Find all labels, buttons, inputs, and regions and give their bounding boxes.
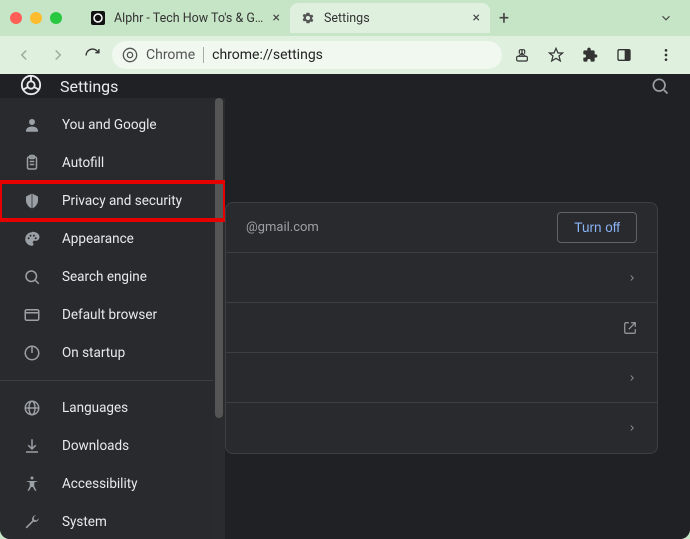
tab-overflow-button[interactable] [652, 4, 680, 32]
accessibility-icon [22, 474, 42, 494]
sidebar-item-default-browser[interactable]: Default browser [0, 296, 225, 334]
forward-button[interactable] [44, 41, 72, 69]
tab-settings[interactable]: Settings × [290, 3, 490, 33]
settings-sidebar: You and Google Autofill Privacy and secu… [0, 98, 225, 539]
sidebar-separator [0, 380, 225, 381]
close-window-button[interactable] [10, 12, 22, 24]
sidebar-item-you-and-google[interactable]: You and Google [0, 106, 225, 144]
sidebar-item-downloads[interactable]: Downloads [0, 427, 225, 465]
download-icon [22, 436, 42, 456]
customize-profile-row[interactable] [226, 353, 657, 403]
settings-favicon-icon [300, 10, 316, 26]
sidebar-item-label: Downloads [62, 438, 129, 454]
address-bar[interactable]: Chrome chrome://settings [112, 41, 502, 69]
sidebar-item-system[interactable]: System [0, 503, 225, 539]
close-tab-icon[interactable]: × [473, 10, 480, 26]
sidebar-item-on-startup[interactable]: On startup [0, 334, 225, 372]
browser-icon [22, 305, 42, 325]
search-icon [22, 267, 42, 287]
tab-strip: Alphr - Tech How To's & Guides × Setting… [80, 0, 644, 36]
external-link-icon [623, 321, 637, 335]
sidebar-item-label: Languages [62, 400, 128, 416]
sync-services-row[interactable] [226, 253, 657, 303]
chevron-right-icon [627, 423, 637, 433]
tab-title: Settings [324, 11, 465, 26]
chevron-right-icon [627, 373, 637, 383]
zoom-window-button[interactable] [50, 12, 62, 24]
person-icon [22, 115, 42, 135]
sidebar-item-languages[interactable]: Languages [0, 389, 225, 427]
bookmark-button[interactable] [542, 41, 570, 69]
sidebar-item-search-engine[interactable]: Search engine [0, 258, 225, 296]
menu-button[interactable] [652, 41, 680, 69]
minimize-window-button[interactable] [30, 12, 42, 24]
sidebar-item-label: Default browser [62, 307, 157, 323]
close-tab-icon[interactable]: × [273, 10, 280, 26]
extensions-button[interactable] [576, 41, 604, 69]
turn-off-sync-button[interactable]: Turn off [557, 212, 637, 243]
scrollbar-thumb[interactable] [215, 98, 223, 418]
shield-icon [22, 191, 42, 211]
sidebar-item-label: Appearance [62, 231, 134, 247]
side-panel-button[interactable] [610, 41, 638, 69]
sidebar-item-label: Search engine [62, 269, 147, 285]
sidebar-item-label: You and Google [62, 117, 157, 133]
sync-account-row[interactable]: @gmail.com Turn off [226, 203, 657, 253]
new-tab-button[interactable]: + [490, 4, 518, 32]
alphr-favicon-icon [90, 10, 106, 26]
sidebar-item-accessibility[interactable]: Accessibility [0, 465, 225, 503]
import-bookmarks-row[interactable] [226, 403, 657, 453]
manage-account-row[interactable] [226, 303, 657, 353]
wrench-icon [22, 512, 42, 532]
share-button[interactable] [508, 41, 536, 69]
url-prefix: Chrome [146, 47, 195, 63]
back-button[interactable] [10, 41, 38, 69]
sidebar-item-autofill[interactable]: Autofill [0, 144, 225, 182]
omnibox-actions [508, 41, 638, 69]
sidebar-item-appearance[interactable]: Appearance [0, 220, 225, 258]
clipboard-icon [22, 153, 42, 173]
tab-alphr[interactable]: Alphr - Tech How To's & Guides × [80, 3, 290, 33]
settings-title: Settings [60, 77, 634, 96]
sidebar-item-label: Autofill [62, 155, 104, 171]
chrome-logo-icon [20, 74, 44, 98]
browser-toolbar: Chrome chrome://settings [0, 36, 690, 74]
settings-app: Settings You and Google Autofill Privacy… [0, 74, 690, 539]
tab-title: Alphr - Tech How To's & Guides [114, 11, 265, 26]
settings-main-panel: @gmail.com Turn off [225, 98, 690, 539]
url-text: chrome://settings [212, 47, 323, 63]
settings-header: Settings [0, 74, 690, 98]
search-settings-button[interactable] [650, 76, 670, 96]
window-titlebar: Alphr - Tech How To's & Guides × Setting… [0, 0, 690, 36]
globe-icon [22, 398, 42, 418]
chrome-icon [122, 47, 138, 63]
sidebar-item-label: Accessibility [62, 476, 138, 492]
sync-card: @gmail.com Turn off [225, 202, 658, 454]
account-email-fragment: @gmail.com [246, 220, 319, 235]
traffic-lights [10, 12, 62, 24]
url-divider [203, 47, 204, 63]
sidebar-item-privacy-and-security[interactable]: Privacy and security [0, 182, 225, 220]
power-icon [22, 343, 42, 363]
palette-icon [22, 229, 42, 249]
sidebar-item-label: On startup [62, 345, 125, 361]
chevron-right-icon [627, 273, 637, 283]
sidebar-item-label: Privacy and security [62, 193, 182, 209]
sidebar-item-label: System [62, 514, 107, 530]
reload-button[interactable] [78, 41, 106, 69]
sidebar-scrollbar[interactable] [213, 98, 225, 539]
